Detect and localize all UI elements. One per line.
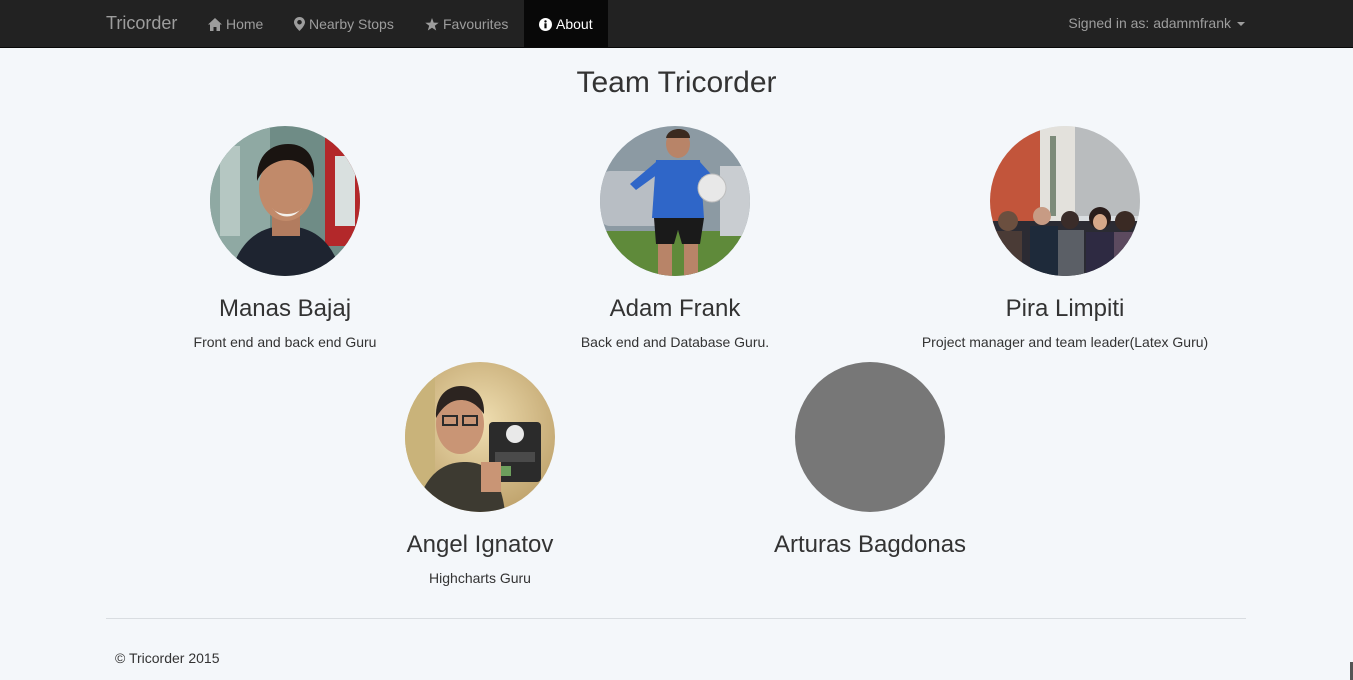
team-member-card: Arturas Bagdonas (675, 362, 1065, 568)
page-title: Team Tricorder (576, 66, 777, 99)
member-role: Project manager and team leader(Latex Gu… (921, 334, 1209, 350)
nav-about[interactable]: About (524, 0, 608, 48)
member-role: Back end and Database Guru. (580, 334, 770, 350)
member-name: Adam Frank (609, 295, 741, 322)
member-role: Front end and back end Guru (193, 334, 377, 350)
team-member-card: Pira Limpiti Project manager and team le… (870, 126, 1260, 352)
avatar (600, 126, 750, 276)
info-icon (539, 17, 552, 31)
nav-nearby-stops-label: Nearby Stops (309, 16, 394, 32)
home-icon (208, 17, 222, 31)
team-member-card: Angel Ignatov Highcharts Guru (285, 362, 675, 588)
signed-in-label: Signed in as: adammfrank (1068, 15, 1231, 31)
nav-about-label: About (556, 16, 593, 32)
nav-home[interactable]: Home (193, 0, 278, 48)
footer-copyright: © Tricorder 2015 (115, 650, 220, 666)
avatar-placeholder (795, 362, 945, 512)
caret-down-icon (1237, 22, 1245, 27)
nav-favourites[interactable]: Favourites (410, 0, 523, 48)
nav-home-label: Home (226, 16, 264, 32)
member-name: Angel Ignatov (406, 531, 554, 558)
brand-link[interactable]: Tricorder (106, 0, 177, 48)
member-role: Highcharts Guru (429, 570, 531, 586)
avatar (990, 126, 1140, 276)
member-name: Arturas Bagdonas (773, 531, 967, 558)
team-member-card: Manas Bajaj Front end and back end Guru (90, 126, 480, 352)
top-navbar: Tricorder Home Nearby Stops Favourites A… (0, 0, 1353, 48)
star-icon (425, 17, 439, 30)
member-name: Manas Bajaj (218, 295, 352, 322)
user-menu-dropdown[interactable]: Signed in as: adammfrank (1068, 0, 1245, 48)
avatar (405, 362, 555, 512)
avatar (210, 126, 360, 276)
team-member-card: Adam Frank Back end and Database Guru. (480, 126, 870, 352)
member-name: Pira Limpiti (1005, 295, 1125, 322)
map-marker-icon (294, 17, 305, 31)
footer-divider (106, 618, 1246, 619)
nav-favourites-label: Favourites (443, 16, 509, 32)
nav-nearby-stops[interactable]: Nearby Stops (279, 0, 409, 48)
